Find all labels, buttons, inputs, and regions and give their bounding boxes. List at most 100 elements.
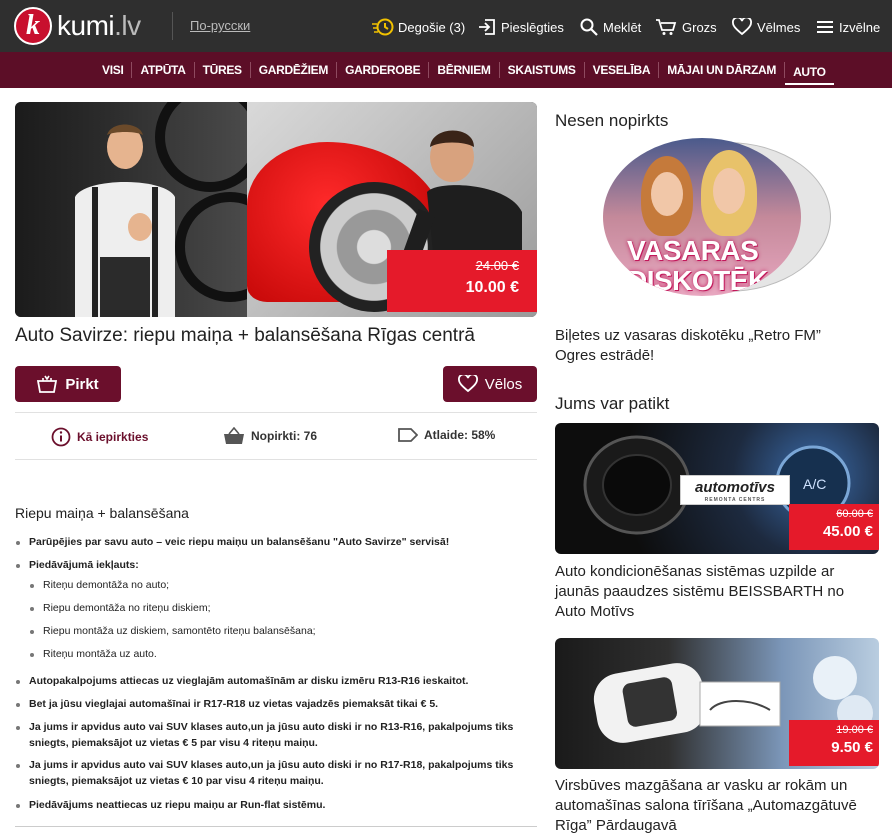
menu-button[interactable]: Izvēlne	[816, 14, 880, 40]
category-nav: VISI ATPŪTA TŪRES GARDĒŽIEM GARDEROBE BĒ…	[0, 52, 892, 88]
list-item: Ja jums ir apvidus auto vai SUV klases a…	[15, 721, 513, 733]
disc-title: VASARAS DISKOTĒK	[627, 235, 768, 296]
bought-label: Nopirkti: 76	[251, 429, 318, 443]
list-item: Parūpējies par savu auto – veic riepu ma…	[15, 536, 449, 548]
menu-label: Izvēlne	[839, 19, 881, 35]
description-text: Parūpējies par savu auto – veic riepu ma…	[29, 536, 450, 548]
recent-heading: Nesen nopirkts	[555, 111, 669, 130]
list-item-continued: sniegts, piemaksājot uz vietas € 10 par …	[29, 775, 324, 787]
search-label: Meklēt	[603, 19, 642, 35]
hot-deals-link[interactable]: Degošie (3)	[372, 14, 465, 40]
price-tag: 19.00 € 9.50 €	[789, 720, 879, 766]
header-divider	[172, 12, 173, 40]
list-item: Riepu demontāža no riteņu diskiem;	[29, 602, 211, 614]
wishlist-link[interactable]: Vēlmes	[732, 14, 800, 40]
svg-text:A/C: A/C	[803, 476, 826, 492]
deal-info-bar: Kā iepirkties Nopirkti: 76 Atlaide: 58%	[15, 412, 537, 460]
bullet-icon	[16, 541, 20, 545]
recommended-card-title[interactable]: Virsbūves mazgāšana ar vasku ar rokām un…	[555, 776, 885, 836]
description-text: Piedāvājums neattiecas uz riepu maiņu ar…	[29, 799, 326, 811]
how-to-buy-link[interactable]: Kā iepirkties	[51, 427, 148, 447]
recent-deal-title[interactable]: Biļetes uz vasaras diskotēku „Retro FM” O…	[555, 326, 885, 366]
buy-button[interactable]: Pirkt	[15, 366, 121, 402]
bullet-icon	[30, 607, 34, 611]
bullet-icon	[16, 680, 20, 684]
new-price: 10.00 €	[465, 279, 519, 296]
description-text: Riepu montāža uz diskiem, samontēto rite…	[43, 625, 316, 637]
nav-item-gardeziem[interactable]: GARDĒŽIEM	[251, 62, 338, 78]
hamburger-icon	[817, 21, 833, 33]
new-price: 45.00 €	[822, 523, 873, 540]
list-item: Riteņu demontāža no auto;	[29, 579, 169, 591]
singer-face	[713, 168, 745, 214]
description-text: Autopakalpojums attiecas uz vieglajām au…	[29, 675, 469, 687]
basket-icon	[37, 375, 58, 393]
list-item: Riepu montāža uz diskiem, samontēto rite…	[29, 625, 316, 637]
recommended-card-image[interactable]: A/C automotīvs REMONTA CENTRS 60.00 € 45.…	[555, 423, 879, 554]
nav-item-tures[interactable]: TŪRES	[195, 62, 251, 78]
cart-icon	[656, 19, 677, 35]
category-nav-items: VISI ATPŪTA TŪRES GARDĒŽIEM GARDEROBE BĒ…	[94, 52, 834, 88]
logo-text: kumi.lv	[57, 10, 141, 41]
bought-count: Nopirkti: 76	[223, 427, 317, 445]
nav-item-visi[interactable]: VISI	[94, 62, 133, 78]
description-text: sniegts, piemaksājot uz vietas € 5 par v…	[29, 737, 318, 749]
list-item: Piedāvājums neattiecas uz riepu maiņu ar…	[15, 799, 325, 811]
singer-face	[651, 172, 683, 216]
discount-info: Atlaide: 58%	[398, 427, 495, 443]
login-label: Pieslēgties	[501, 19, 564, 35]
description-heading: Riepu maiņa + balansēšana	[15, 505, 189, 521]
language-link[interactable]: По-русски	[190, 18, 250, 33]
top-bar: k kumi.lv По-русски Degošie (3) Pieslēgt…	[0, 0, 892, 52]
nav-item-majai-un-darzam[interactable]: MĀJAI UN DĀRZAM	[659, 62, 786, 78]
description-text: Piedāvājumā iekļauts:	[29, 559, 139, 571]
search-icon	[580, 18, 598, 36]
tag-icon	[398, 428, 418, 442]
logo-icon: k	[14, 7, 52, 45]
hot-deals-label: Degošie (3)	[398, 19, 466, 35]
wishlist-label: Vēlmes	[757, 19, 801, 35]
login-link[interactable]: Pieslēgties	[478, 14, 564, 40]
list-item: Piedāvājumā iekļauts:	[15, 559, 139, 571]
heart-icon	[732, 18, 752, 36]
bullet-icon	[16, 804, 20, 808]
automotivs-logo: automotīvs REMONTA CENTRS	[680, 475, 790, 505]
price-tag: 24.00 € 10.00 €	[387, 250, 537, 312]
discount-label: Atlaide: 58%	[424, 428, 496, 442]
how-to-buy-label: Kā iepirkties	[77, 430, 149, 444]
hot-deals-icon	[372, 18, 394, 36]
description-text: Ja jums ir apvidus auto vai SUV klases a…	[29, 721, 514, 733]
wish-button[interactable]: Vēlos	[443, 366, 537, 402]
mechanic-figure	[75, 124, 175, 317]
nav-item-garderobe[interactable]: GARDEROBE	[337, 62, 430, 78]
nav-item-skaistums[interactable]: SKAISTUMS	[500, 62, 585, 78]
price-tag: 60.00 € 45.00 €	[789, 504, 879, 550]
nav-item-berniem[interactable]: BĒRNIEM	[429, 62, 500, 78]
old-price: 60.00 €	[836, 508, 873, 520]
deal-title: Auto Savirze: riepu maiņa + balansēšana …	[15, 325, 475, 346]
description-text: Riteņu montāža uz auto.	[43, 648, 157, 660]
nav-item-atputa[interactable]: ATPŪTA	[132, 62, 195, 78]
description-text: Riepu demontāža no riteņu diskiem;	[43, 602, 211, 614]
recommended-heading: Jums var patikt	[555, 394, 670, 413]
old-price: 19.00 €	[836, 724, 873, 736]
list-item: Autopakalpojums attiecas uz vieglajām au…	[15, 675, 468, 687]
site-logo[interactable]: k kumi.lv	[14, 7, 141, 45]
cart-link[interactable]: Grozs	[655, 14, 717, 40]
nav-item-veseliba[interactable]: VESELĪBA	[585, 62, 660, 78]
deal-hero-image[interactable]: 24.00 € 10.00 €	[15, 102, 537, 317]
description-text: Riteņu demontāža no auto;	[43, 579, 170, 591]
recommended-card-title[interactable]: Auto kondicionēšanas sistēmas uzpilde ar…	[555, 562, 885, 622]
bullet-icon	[16, 726, 20, 730]
bullet-icon	[16, 703, 20, 707]
list-item: Riteņu montāža uz auto.	[29, 648, 157, 660]
recent-deal-image[interactable]: VASARAS DISKOTĒK	[603, 138, 831, 296]
section-divider	[15, 826, 537, 827]
cart-label: Grozs	[682, 19, 717, 35]
heart-icon	[457, 375, 478, 393]
search-link[interactable]: Meklēt	[580, 14, 641, 40]
nav-item-auto[interactable]: AUTO	[785, 55, 834, 85]
list-item: Bet ja jūsu vieglajai automašīnai ir R17…	[15, 698, 438, 710]
recommended-card-image[interactable]: 19.00 € 9.50 €	[555, 638, 879, 769]
login-icon	[479, 19, 495, 35]
